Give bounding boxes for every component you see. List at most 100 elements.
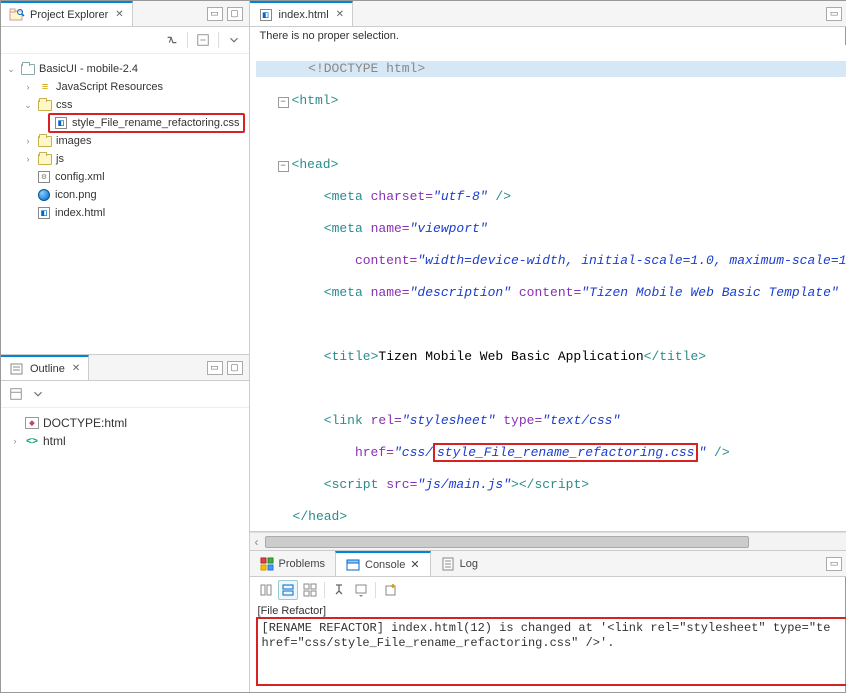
outline-mode-button[interactable]: [7, 385, 25, 403]
tab-label: Problems: [279, 558, 325, 570]
tree-item-index[interactable]: ◧ index.html: [5, 204, 245, 222]
close-icon[interactable]: ✕: [115, 9, 123, 20]
tab-problems[interactable]: Problems: [250, 551, 335, 576]
chevron-right-icon[interactable]: ›: [22, 136, 34, 146]
horizontal-scrollbar[interactable]: ‹ ›: [250, 532, 846, 550]
tree-item-config[interactable]: ⚙ config.xml: [5, 168, 245, 186]
href-highlight: style_File_rename_refactoring.css: [433, 443, 698, 462]
separator: [187, 32, 188, 48]
outline-doctype[interactable]: ◆ DOCTYPE:html: [9, 414, 241, 432]
separator: [324, 582, 325, 598]
console-icon: [346, 558, 360, 572]
tree-item-icon[interactable]: icon.png: [5, 186, 245, 204]
console-output[interactable]: [RENAME REFACTOR] index.html(12) is chan…: [256, 617, 846, 686]
outline-icon: [9, 361, 25, 377]
doctype-icon: ◆: [25, 417, 39, 429]
folder-icon: [38, 154, 52, 165]
tree-item-css-file[interactable]: ◧ style_File_rename_refactoring.css: [5, 114, 245, 132]
project-explorer-tabbar: Project Explorer ✕ ▭ ▢: [1, 1, 249, 27]
project-explorer-tab[interactable]: Project Explorer ✕: [1, 1, 133, 26]
tree-label: images: [56, 135, 91, 147]
tab-label: Console: [365, 559, 405, 571]
console-line: [RENAME REFACTOR] index.html(12) is chan…: [262, 621, 846, 636]
editor-tab-index[interactable]: ◧ index.html ✕: [250, 1, 354, 26]
editor-tab-label: index.html: [279, 9, 329, 21]
view-menu-button[interactable]: [225, 31, 243, 49]
tab-log[interactable]: Log: [431, 551, 488, 576]
separator: [218, 32, 219, 48]
tree-item-images-folder[interactable]: › images: [5, 132, 245, 150]
console-toolbar: [250, 577, 846, 603]
html-file-icon: ◧: [38, 207, 50, 219]
minimize-button[interactable]: ▭: [826, 557, 842, 571]
tree-label: css: [56, 99, 73, 111]
outline-menu-button[interactable]: [29, 385, 47, 403]
minimize-button[interactable]: ▭: [207, 7, 223, 21]
tree-label: js: [56, 153, 64, 165]
outline-label: html: [43, 434, 66, 448]
maximize-button[interactable]: ▢: [227, 361, 243, 375]
tree-label: JavaScript Resources: [56, 81, 163, 93]
outline-toolbar: [1, 381, 249, 408]
maximize-button[interactable]: ▢: [227, 7, 243, 21]
fold-toggle[interactable]: −: [278, 97, 289, 108]
close-icon[interactable]: ✕: [336, 9, 344, 20]
folder-icon: [38, 100, 52, 111]
chevron-right-icon[interactable]: ›: [22, 82, 34, 92]
dropdown-button[interactable]: [351, 580, 371, 600]
console-btn-2[interactable]: [278, 580, 298, 600]
bottom-panel: Problems Console ✕ Log ▭ ▢: [250, 550, 846, 692]
outline-tabbar: Outline ✕ ▭ ▢: [1, 355, 249, 381]
editor-tabbar: ◧ index.html ✕ ▭ ▢: [250, 1, 846, 27]
project-explorer-tab-label: Project Explorer: [30, 9, 108, 21]
project-icon: [21, 64, 35, 75]
editor-status: There is no proper selection.: [250, 27, 846, 45]
tree-label: BasicUI - mobile-2.4: [39, 63, 138, 75]
library-icon: ≡: [37, 80, 53, 94]
pin-button[interactable]: [329, 580, 349, 600]
log-icon: [441, 557, 455, 571]
problems-icon: [260, 557, 274, 571]
image-icon: [38, 189, 50, 201]
tree-label: icon.png: [55, 189, 97, 201]
outline-tree: ◆ DOCTYPE:html › <> html: [1, 408, 249, 692]
project-explorer-toolbar: [1, 27, 249, 54]
new-console-button[interactable]: [380, 580, 400, 600]
chevron-right-icon[interactable]: ›: [22, 154, 34, 164]
outline-html[interactable]: › <> html: [9, 432, 241, 450]
fold-toggle[interactable]: −: [278, 161, 289, 172]
tree-label: config.xml: [55, 171, 105, 183]
html-file-icon: ◧: [260, 9, 272, 21]
tag-icon: <>: [25, 436, 39, 447]
tree-label: index.html: [55, 207, 105, 219]
minimize-button[interactable]: ▭: [826, 7, 842, 21]
chevron-right-icon[interactable]: ›: [9, 436, 21, 446]
link-editor-button[interactable]: [163, 31, 181, 49]
console-line: href="css/style_File_rename_refactoring.…: [262, 636, 846, 651]
close-icon[interactable]: ✕: [410, 558, 419, 571]
project-explorer-icon: [9, 7, 25, 23]
console-btn-1[interactable]: [256, 580, 276, 600]
collapse-button[interactable]: [194, 31, 212, 49]
tree-label: style_File_rename_refactoring.css: [72, 117, 240, 129]
tree-item-js-folder[interactable]: › js: [5, 150, 245, 168]
tree-item-jslib[interactable]: › ≡ JavaScript Resources: [5, 78, 245, 96]
outline-tab[interactable]: Outline ✕: [1, 355, 89, 380]
tab-label: Log: [460, 558, 478, 570]
outline-tab-label: Outline: [30, 363, 65, 375]
css-file-icon: ◧: [55, 117, 67, 129]
minimize-button[interactable]: ▭: [207, 361, 223, 375]
folder-icon: [38, 136, 52, 147]
project-tree: ⌄ BasicUI - mobile-2.4 › ≡ JavaScript Re…: [1, 54, 249, 354]
tree-item-css-folder[interactable]: ⌄ css: [5, 96, 245, 114]
console-btn-3[interactable]: [300, 580, 320, 600]
console-category: [File Refactor]: [250, 603, 846, 617]
chevron-down-icon[interactable]: ⌄: [22, 100, 34, 111]
chevron-down-icon[interactable]: ⌄: [5, 64, 17, 75]
code-editor[interactable]: <!DOCTYPE html> −<html> −<head> <meta ch…: [250, 45, 846, 532]
close-icon[interactable]: ✕: [72, 363, 80, 374]
config-icon: ⚙: [38, 171, 50, 183]
separator: [375, 582, 376, 598]
project-root[interactable]: ⌄ BasicUI - mobile-2.4: [5, 60, 245, 78]
tab-console[interactable]: Console ✕: [335, 551, 431, 576]
